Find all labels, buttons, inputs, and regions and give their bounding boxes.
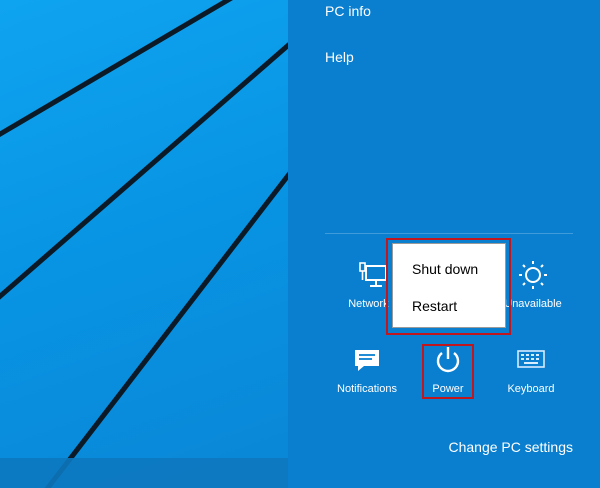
settings-charm-panel: PC info Help Network 2 Unavailable Notif… [288,0,600,488]
wallpaper-line-2 [0,42,288,300]
change-pc-settings-link[interactable]: Change PC settings [448,439,573,455]
keyboard-icon [488,345,574,375]
notifications-tile[interactable]: Notifications [324,345,410,395]
power-menu-popup: Shut down Restart [392,243,506,328]
taskbar[interactable] [0,458,288,488]
wallpaper-line-1 [0,0,233,138]
shut-down-option[interactable]: Shut down [412,261,478,277]
keyboard-label: Keyboard [507,383,555,395]
notifications-label: Notifications [337,383,397,395]
wallpaper-line-3 [44,171,288,488]
restart-option[interactable]: Restart [412,298,457,314]
notifications-icon [324,345,410,375]
help-link[interactable]: Help [325,49,354,65]
power-highlight-box [422,344,474,399]
keyboard-tile[interactable]: Keyboard [488,345,574,395]
quick-settings-divider [325,233,573,234]
wallpaper-lines [0,0,288,488]
desktop-wallpaper [0,0,288,488]
pc-info-link[interactable]: PC info [325,3,371,19]
